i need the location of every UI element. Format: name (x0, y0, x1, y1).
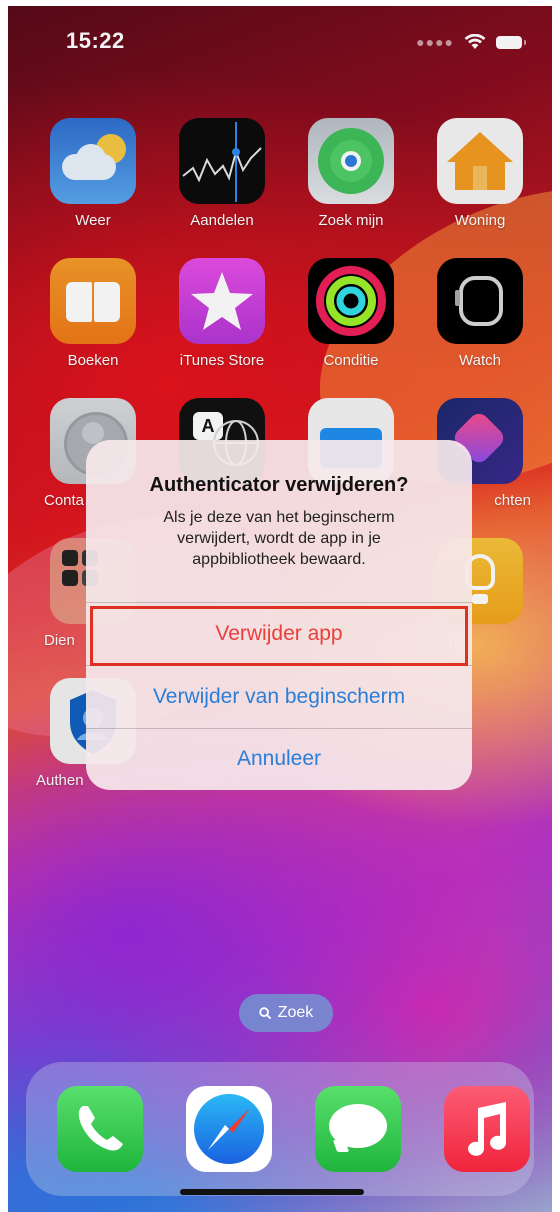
music-app[interactable] (432, 1086, 542, 1172)
alert-message: Als je deze van het beginscherm verwijde… (163, 509, 395, 568)
remove-from-home-button[interactable]: Verwijder van beginscherm (86, 666, 472, 728)
cancel-button[interactable]: Annuleer (86, 729, 472, 789)
alert-title: Authenticator verwijderen? (149, 474, 409, 496)
highlight-box (90, 606, 468, 666)
search-button[interactable]: Zoek (239, 994, 333, 1032)
music-note-icon (444, 1086, 530, 1172)
phone-icon (57, 1086, 143, 1172)
search-icon (258, 1006, 271, 1019)
home-indicator[interactable] (180, 1189, 364, 1195)
messages-app[interactable] (303, 1086, 413, 1172)
dock (26, 1062, 534, 1196)
phone-app[interactable] (45, 1086, 155, 1172)
safari-app[interactable] (174, 1086, 284, 1172)
search-label: Zoek (277, 1004, 314, 1021)
safari-icon (186, 1086, 272, 1172)
messages-icon (315, 1086, 401, 1172)
